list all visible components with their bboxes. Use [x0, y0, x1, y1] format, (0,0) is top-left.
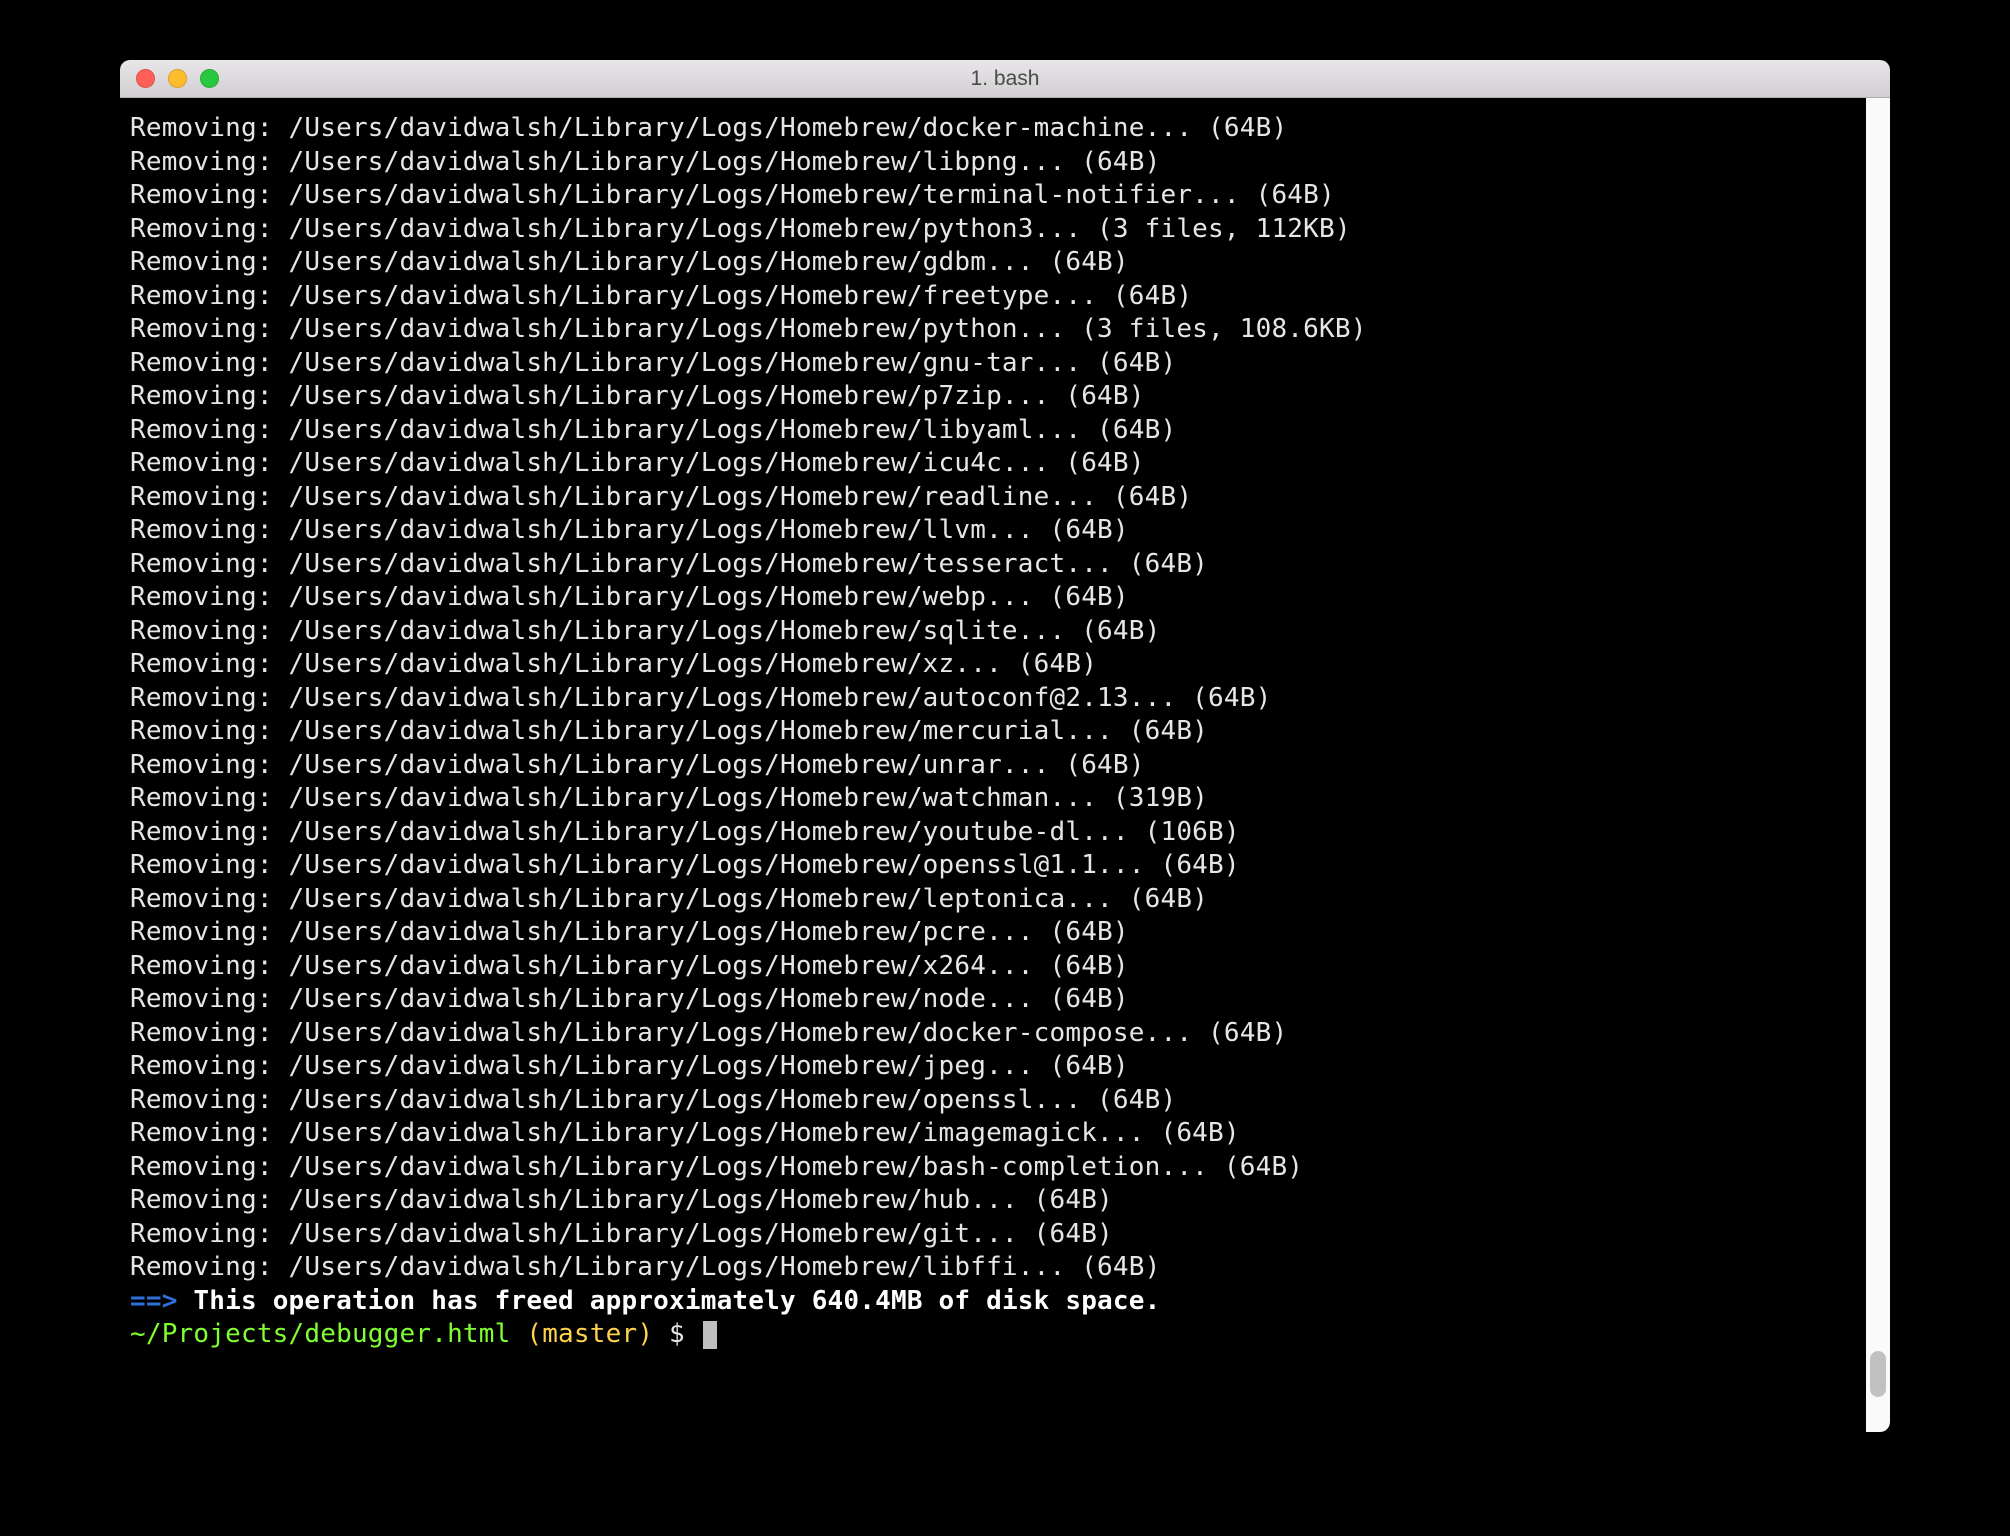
- output-line: Removing: /Users/davidwalsh/Library/Logs…: [130, 549, 1208, 579]
- output-line: Removing: /Users/davidwalsh/Library/Logs…: [130, 649, 1097, 679]
- prompt-path: ~/Projects/debugger.html: [130, 1319, 510, 1349]
- output-line: Removing: /Users/davidwalsh/Library/Logs…: [130, 582, 1129, 612]
- output-line: Removing: /Users/davidwalsh/Library/Logs…: [130, 381, 1145, 411]
- cursor: [703, 1321, 717, 1349]
- output-line: Removing: /Users/davidwalsh/Library/Logs…: [130, 783, 1208, 813]
- output-line: Removing: /Users/davidwalsh/Library/Logs…: [130, 1118, 1240, 1148]
- output-line: Removing: /Users/davidwalsh/Library/Logs…: [130, 515, 1129, 545]
- titlebar: 1. bash: [120, 60, 1890, 98]
- output-line: Removing: /Users/davidwalsh/Library/Logs…: [130, 917, 1129, 947]
- close-icon[interactable]: [136, 69, 155, 88]
- traffic-lights: [120, 69, 219, 88]
- terminal-output[interactable]: Removing: /Users/davidwalsh/Library/Logs…: [120, 98, 1866, 1432]
- output-line: Removing: /Users/davidwalsh/Library/Logs…: [130, 314, 1367, 344]
- output-line: Removing: /Users/davidwalsh/Library/Logs…: [130, 448, 1145, 478]
- output-line: Removing: /Users/davidwalsh/Library/Logs…: [130, 616, 1160, 646]
- output-line: Removing: /Users/davidwalsh/Library/Logs…: [130, 850, 1240, 880]
- output-line: Removing: /Users/davidwalsh/Library/Logs…: [130, 1051, 1129, 1081]
- summary-arrow-icon: ==>: [130, 1286, 178, 1316]
- output-line: Removing: /Users/davidwalsh/Library/Logs…: [130, 1085, 1176, 1115]
- output-line: Removing: /Users/davidwalsh/Library/Logs…: [130, 951, 1129, 981]
- output-line: Removing: /Users/davidwalsh/Library/Logs…: [130, 1219, 1113, 1249]
- output-line: Removing: /Users/davidwalsh/Library/Logs…: [130, 817, 1240, 847]
- output-line: Removing: /Users/davidwalsh/Library/Logs…: [130, 683, 1271, 713]
- output-line: Removing: /Users/davidwalsh/Library/Logs…: [130, 984, 1129, 1014]
- output-line: Removing: /Users/davidwalsh/Library/Logs…: [130, 415, 1176, 445]
- summary-text: This operation has freed approximately 6…: [193, 1286, 1160, 1316]
- output-line: Removing: /Users/davidwalsh/Library/Logs…: [130, 113, 1287, 143]
- output-line: Removing: /Users/davidwalsh/Library/Logs…: [130, 281, 1192, 311]
- output-line: Removing: /Users/davidwalsh/Library/Logs…: [130, 348, 1176, 378]
- output-line: Removing: /Users/davidwalsh/Library/Logs…: [130, 180, 1335, 210]
- output-line: Removing: /Users/davidwalsh/Library/Logs…: [130, 147, 1160, 177]
- scroll-thumb[interactable]: [1870, 1351, 1886, 1397]
- window-title: 1. bash: [120, 67, 1890, 91]
- zoom-icon[interactable]: [200, 69, 219, 88]
- output-line: Removing: /Users/davidwalsh/Library/Logs…: [130, 750, 1145, 780]
- output-line: Removing: /Users/davidwalsh/Library/Logs…: [130, 716, 1208, 746]
- terminal-wrap: Removing: /Users/davidwalsh/Library/Logs…: [120, 98, 1890, 1432]
- minimize-icon[interactable]: [168, 69, 187, 88]
- output-line: Removing: /Users/davidwalsh/Library/Logs…: [130, 247, 1129, 277]
- output-line: Removing: /Users/davidwalsh/Library/Logs…: [130, 1252, 1160, 1282]
- output-line: Removing: /Users/davidwalsh/Library/Logs…: [130, 884, 1208, 914]
- output-line: Removing: /Users/davidwalsh/Library/Logs…: [130, 1152, 1303, 1182]
- output-line: Removing: /Users/davidwalsh/Library/Logs…: [130, 214, 1351, 244]
- prompt-branch: (master): [526, 1319, 653, 1349]
- scrollbar[interactable]: [1866, 98, 1890, 1432]
- terminal-window: 1. bash Removing: /Users/davidwalsh/Libr…: [120, 60, 1890, 1432]
- output-line: Removing: /Users/davidwalsh/Library/Logs…: [130, 1185, 1113, 1215]
- prompt-symbol: $: [669, 1319, 685, 1349]
- output-line: Removing: /Users/davidwalsh/Library/Logs…: [130, 1018, 1287, 1048]
- output-line: Removing: /Users/davidwalsh/Library/Logs…: [130, 482, 1192, 512]
